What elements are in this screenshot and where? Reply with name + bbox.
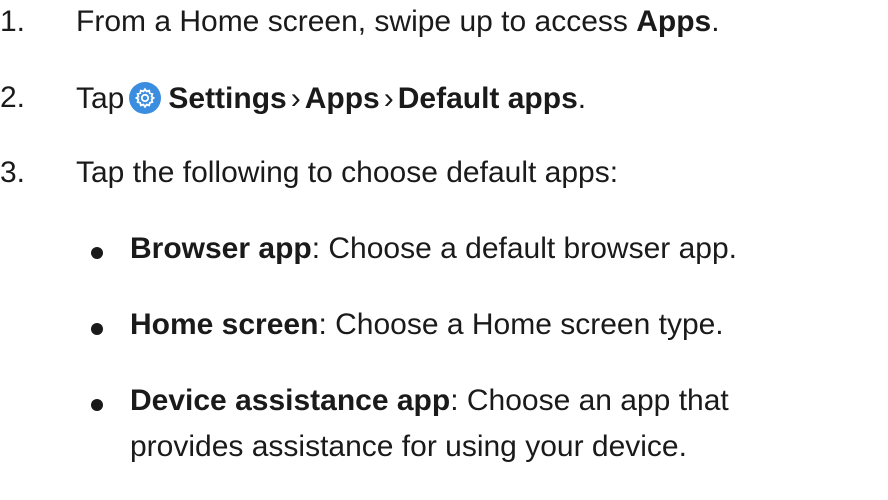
- bullet-dot: [91, 399, 103, 411]
- chevron-separator: ›: [290, 81, 301, 115]
- step-text-plain: From a Home screen, swipe up to access: [76, 5, 637, 38]
- default-apps-label: Default apps: [397, 81, 578, 115]
- bullet-text: Device assistance app: Choose an app tha…: [130, 384, 729, 418]
- bullet-label: Browser app: [130, 232, 312, 265]
- bullet-text: Home screen: Choose a Home screen type.: [130, 308, 724, 342]
- bullet-desc: : Choose a Home screen type.: [318, 308, 724, 341]
- bullet-text: Browser app: Choose a default browser ap…: [130, 232, 737, 266]
- bullet-desc-line2: provides assistance for using your devic…: [130, 430, 687, 463]
- step-text: Tap the following to choose default apps…: [76, 156, 619, 189]
- bullet-label: Device assistance app: [130, 384, 451, 417]
- apps-label: Apps: [304, 81, 380, 115]
- bullet-desc: : Choose an app that: [450, 384, 729, 417]
- settings-gear-icon: [129, 82, 162, 114]
- bullet-dot: [91, 323, 103, 335]
- step-text: From a Home screen, swipe up to access A…: [76, 5, 720, 39]
- step-number: 3.: [0, 156, 26, 189]
- period: .: [711, 5, 720, 38]
- apps-label: Apps: [636, 5, 712, 38]
- tap-label: Tap: [76, 81, 125, 115]
- step-number: 2.: [0, 81, 26, 114]
- bullet-dot: [91, 247, 103, 259]
- step-text: Tap Settings › Apps › Default apps.: [76, 81, 586, 119]
- settings-label: Settings: [168, 81, 287, 115]
- bullet-desc: : Choose a default browser app.: [311, 232, 737, 265]
- bullet-label: Home screen: [130, 308, 319, 341]
- step-number: 1.: [0, 5, 26, 38]
- chevron-separator: ›: [383, 81, 394, 115]
- period: .: [577, 81, 587, 115]
